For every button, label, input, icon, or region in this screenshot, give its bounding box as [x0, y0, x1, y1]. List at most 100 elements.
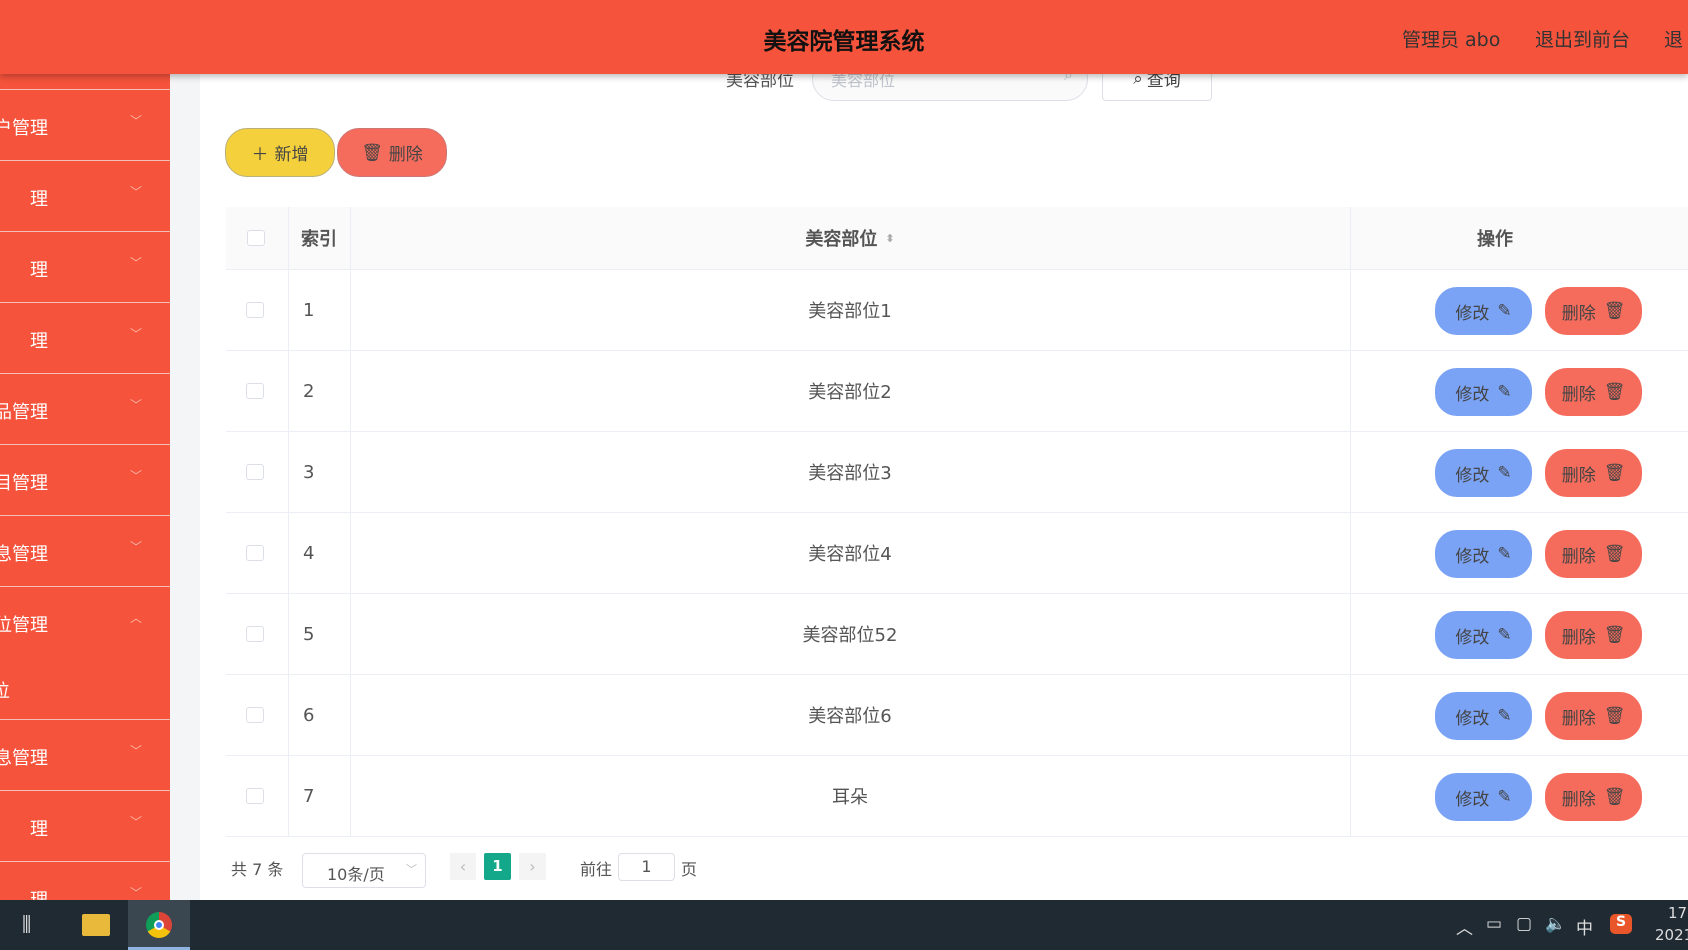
- select-all-checkbox[interactable]: [247, 230, 265, 246]
- page-size-select[interactable]: 10条/页 ﹀: [302, 853, 426, 888]
- edit-label: 修改: [1455, 627, 1490, 648]
- header-part-label: 美容部位: [805, 229, 878, 250]
- table-row: 5 美容部位52 修改 ✎ 删除 🗑: [226, 594, 1688, 675]
- sidebar-item[interactable]: 理﹀: [0, 861, 170, 900]
- task-view-icon[interactable]: ⫼: [22, 912, 31, 936]
- row-checkbox[interactable]: [246, 464, 264, 480]
- goto-page-input[interactable]: 1: [618, 853, 675, 881]
- delete-button[interactable]: 删除 🗑: [1545, 449, 1642, 497]
- bulk-delete-button[interactable]: 🗑 删除: [337, 128, 447, 177]
- next-page-button[interactable]: ›: [519, 853, 546, 880]
- edit-button[interactable]: 修改 ✎: [1435, 449, 1532, 497]
- sidebar-item[interactable]: 息管理 ﹀: [0, 515, 170, 586]
- edit-icon: ✎: [1497, 301, 1512, 321]
- page-1-button[interactable]: 1: [484, 853, 511, 880]
- logout-link[interactable]: 退: [1664, 25, 1683, 52]
- sogou-ime-icon[interactable]: S: [1610, 914, 1632, 934]
- sidebar-item[interactable]: 息管理 ﹀: [0, 719, 170, 790]
- row-checkbox[interactable]: [246, 302, 264, 318]
- chevron-down-icon: ﹀: [406, 863, 417, 876]
- sidebar-subitem[interactable]: 位: [0, 677, 10, 703]
- edit-icon: ✎: [1497, 706, 1512, 726]
- table-row: 3 美容部位3 修改 ✎ 删除 🗑: [226, 432, 1688, 513]
- table-row: 2 美容部位2 修改 ✎ 删除 🗑: [226, 351, 1688, 432]
- chevron-down-icon: ﹀: [130, 886, 143, 900]
- row-checkbox[interactable]: [246, 626, 264, 642]
- chevron-up-icon: ︿: [130, 611, 143, 625]
- add-button[interactable]: ＋新增: [225, 128, 335, 177]
- edit-button[interactable]: 修改 ✎: [1435, 692, 1532, 740]
- sidebar-item[interactable]: 理﹀: [0, 160, 170, 231]
- admin-user-label[interactable]: 管理员 abo: [1402, 25, 1500, 52]
- plus-icon: ＋: [251, 145, 269, 165]
- edit-button[interactable]: 修改 ✎: [1435, 773, 1532, 821]
- delete-label: 删除: [1561, 546, 1596, 567]
- page-size-value: 10条/页: [327, 865, 385, 884]
- sidebar-item-label: 品管理: [0, 402, 48, 423]
- delete-label: 删除: [1561, 627, 1596, 648]
- row-checkbox[interactable]: [246, 383, 264, 399]
- row-index: 3: [303, 461, 315, 483]
- sidebar-item-label: 息管理: [0, 544, 48, 565]
- delete-button[interactable]: 删除 🗑: [1545, 530, 1642, 578]
- sidebar-item[interactable]: 理﹀: [0, 790, 170, 861]
- chevron-down-icon: ﹀: [130, 469, 143, 483]
- row-part: 耳朵: [832, 787, 868, 808]
- chevron-down-icon: ﹀: [130, 540, 143, 554]
- prev-page-button[interactable]: ‹: [450, 853, 476, 880]
- trash-icon: 🗑: [1603, 625, 1626, 645]
- row-checkbox[interactable]: [246, 707, 264, 723]
- delete-button[interactable]: 删除 🗑: [1545, 368, 1642, 416]
- chrome-icon: [146, 912, 172, 938]
- sidebar-item[interactable]: 位管理 ︿ 位: [0, 586, 170, 719]
- trash-icon: 🗑: [361, 142, 383, 163]
- chrome-taskbar-button[interactable]: [128, 900, 190, 950]
- edit-icon: ✎: [1497, 382, 1512, 402]
- row-part: 美容部位1: [808, 301, 892, 322]
- table-row: 4 美容部位4 修改 ✎ 删除 🗑: [226, 513, 1688, 594]
- edit-button[interactable]: 修改 ✎: [1435, 287, 1532, 335]
- sidebar-gap: [170, 74, 200, 900]
- delete-button[interactable]: 删除 🗑: [1545, 773, 1642, 821]
- row-checkbox[interactable]: [246, 788, 264, 804]
- row-index: 2: [303, 380, 315, 402]
- edit-button[interactable]: 修改 ✎: [1435, 530, 1532, 578]
- delete-button[interactable]: 删除 🗑: [1545, 611, 1642, 659]
- trash-icon: 🗑: [1603, 301, 1626, 321]
- header-part[interactable]: 美容部位 ⬍: [350, 207, 1350, 269]
- sidebar-item[interactable]: 目管理 ﹀: [0, 444, 170, 515]
- network-icon[interactable]: ▢: [1516, 914, 1532, 934]
- edit-label: 修改: [1455, 303, 1490, 324]
- battery-icon[interactable]: ▭: [1486, 914, 1502, 934]
- row-index: 6: [303, 704, 315, 726]
- volume-icon[interactable]: 🔈: [1545, 914, 1566, 934]
- delete-label: 删除: [1561, 465, 1596, 486]
- chevron-down-icon: ﹀: [130, 256, 143, 270]
- edit-button[interactable]: 修改 ✎: [1435, 368, 1532, 416]
- sidebar-item[interactable]: 理﹀: [0, 231, 170, 302]
- sidebar-item[interactable]: 户管理 ﹀: [0, 89, 170, 160]
- edit-label: 修改: [1455, 465, 1490, 486]
- front-link[interactable]: 退出到前台: [1535, 25, 1630, 52]
- row-checkbox[interactable]: [246, 545, 264, 561]
- tray-expand-icon[interactable]: ︿: [1456, 914, 1473, 939]
- delete-button[interactable]: 删除 🗑: [1545, 692, 1642, 740]
- header-ops: 操作: [1477, 229, 1513, 250]
- edit-icon: ✎: [1497, 463, 1512, 483]
- clock-date[interactable]: 2021: [1655, 926, 1688, 944]
- ime-indicator[interactable]: 中: [1576, 914, 1593, 939]
- header-index: 索引: [301, 229, 337, 250]
- clock-time[interactable]: 17: [1668, 904, 1687, 922]
- row-index: 4: [303, 542, 315, 564]
- sidebar-item[interactable]: 理﹀: [0, 302, 170, 373]
- row-part: 美容部位3: [808, 463, 892, 484]
- trash-icon: 🗑: [1603, 463, 1626, 483]
- total-count: 共 7 条: [231, 860, 284, 879]
- sidebar-item[interactable]: 品管理 ﹀: [0, 373, 170, 444]
- file-explorer-icon[interactable]: [82, 914, 110, 936]
- trash-icon: 🗑: [1603, 382, 1626, 402]
- row-part: 美容部位4: [808, 544, 892, 565]
- delete-button[interactable]: 删除 🗑: [1545, 287, 1642, 335]
- sort-icon[interactable]: ⬍: [885, 232, 894, 245]
- edit-button[interactable]: 修改 ✎: [1435, 611, 1532, 659]
